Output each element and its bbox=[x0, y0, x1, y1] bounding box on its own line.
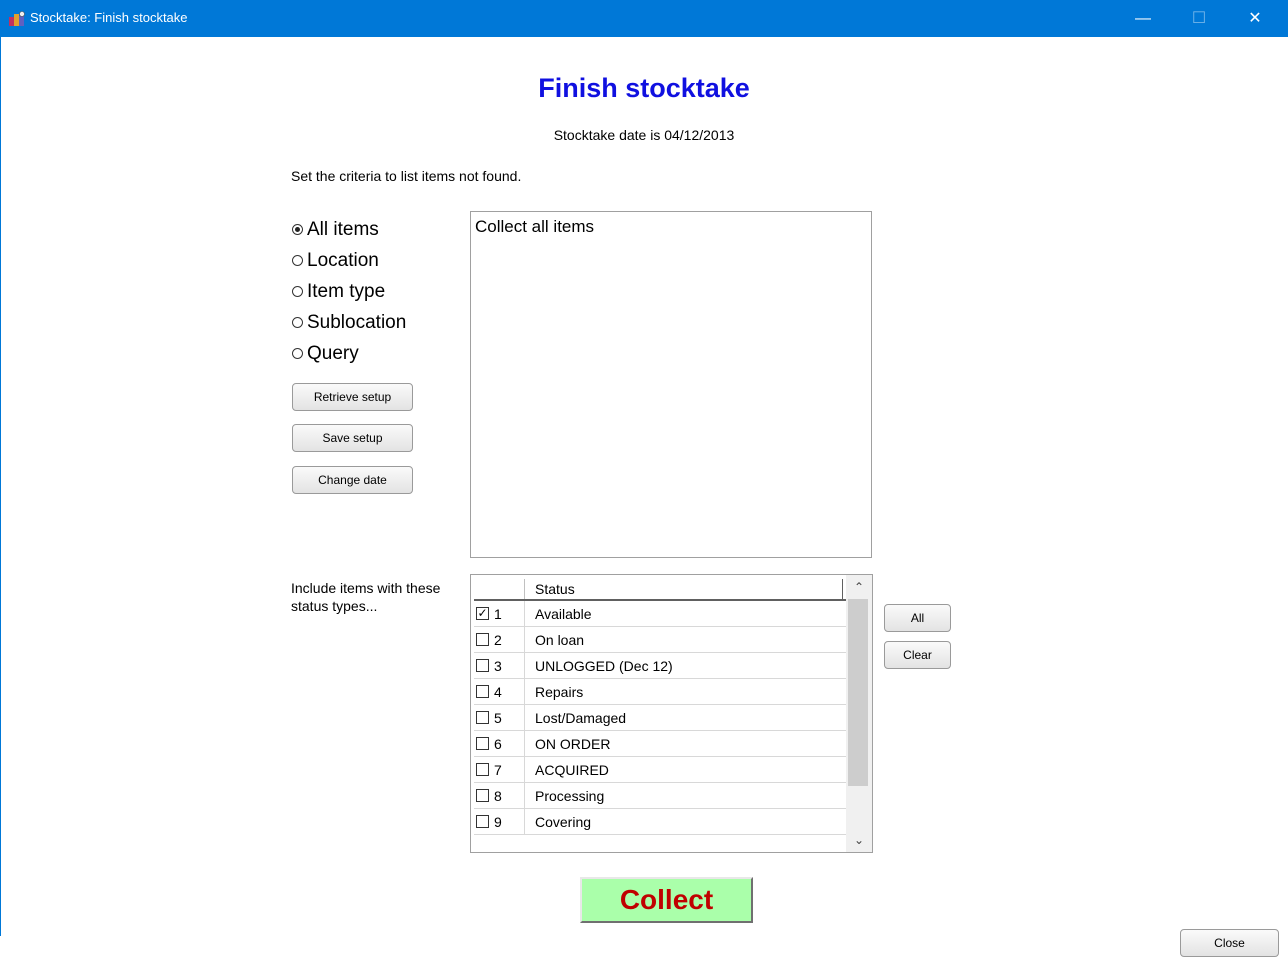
column-divider bbox=[524, 627, 525, 652]
radio-label: Item type bbox=[307, 280, 386, 302]
column-divider bbox=[524, 731, 525, 756]
status-label: Available bbox=[535, 606, 592, 622]
radio-location[interactable]: Location bbox=[292, 245, 406, 276]
status-row[interactable]: 4 Repairs bbox=[474, 679, 846, 705]
radio-selected-icon bbox=[292, 224, 303, 235]
status-row[interactable]: 3 UNLOGGED (Dec 12) bbox=[474, 653, 846, 679]
close-button[interactable]: Close bbox=[1180, 929, 1279, 957]
status-checkbox[interactable] bbox=[476, 711, 489, 724]
column-divider bbox=[524, 783, 525, 808]
status-row[interactable]: 8 Processing bbox=[474, 783, 846, 809]
status-number: 4 bbox=[494, 684, 502, 700]
column-divider bbox=[524, 705, 525, 730]
checkbox-column-header bbox=[474, 579, 525, 599]
status-checkbox[interactable] bbox=[476, 633, 489, 646]
radio-all-items[interactable]: All items bbox=[292, 214, 406, 245]
status-column-header[interactable]: Status bbox=[525, 579, 843, 599]
status-checkbox[interactable] bbox=[476, 685, 489, 698]
status-row[interactable]: 7 ACQUIRED bbox=[474, 757, 846, 783]
app-icon bbox=[9, 11, 25, 26]
page-title: Finish stocktake bbox=[538, 73, 750, 103]
clear-button[interactable]: Clear bbox=[884, 641, 951, 669]
status-label: Processing bbox=[535, 788, 605, 804]
select-all-button[interactable]: All bbox=[884, 604, 951, 632]
column-divider bbox=[524, 757, 525, 782]
status-number: 5 bbox=[494, 710, 502, 726]
status-rows: ✓ 1 Available 2 On loan 3 UNLOGGED (Dec … bbox=[474, 601, 846, 835]
status-row[interactable]: 5 Lost/Damaged bbox=[474, 705, 846, 731]
window-title: Stocktake: Finish stocktake bbox=[30, 10, 188, 25]
status-label: Repairs bbox=[535, 684, 584, 700]
radio-item-type[interactable]: Item type bbox=[292, 276, 406, 307]
chevron-down-icon[interactable]: ⌄ bbox=[846, 828, 872, 852]
radio-unselected-icon bbox=[292, 255, 303, 266]
retrieve-setup-button[interactable]: Retrieve setup bbox=[292, 383, 413, 411]
status-number: 8 bbox=[494, 788, 502, 804]
radio-sublocation[interactable]: Sublocation bbox=[292, 307, 406, 338]
status-grid-header: Status bbox=[474, 579, 846, 601]
stocktake-date-text: Stocktake date is 04/12/2013 bbox=[553, 127, 735, 143]
maximize-button[interactable]: ☐ bbox=[1176, 0, 1222, 37]
radio-unselected-icon bbox=[292, 317, 303, 328]
radio-label: Sublocation bbox=[307, 311, 407, 333]
status-grid: Status ✓ 1 Available 2 On loan 3 UNLOGGE… bbox=[470, 574, 873, 853]
status-number: 7 bbox=[494, 762, 502, 778]
criteria-radio-group: All items Location Item type Sublocation… bbox=[292, 214, 406, 369]
status-row[interactable]: 6 ON ORDER bbox=[474, 731, 846, 757]
criteria-description-box: Collect all items bbox=[470, 211, 872, 558]
status-checkbox[interactable]: ✓ bbox=[476, 607, 489, 620]
title-bar: Stocktake: Finish stocktake — ☐ ✕ bbox=[0, 0, 1288, 37]
radio-label: Query bbox=[307, 342, 359, 364]
status-number: 3 bbox=[494, 658, 502, 674]
column-divider bbox=[524, 809, 525, 834]
collect-button[interactable]: Collect bbox=[580, 877, 753, 923]
radio-label: All items bbox=[307, 218, 379, 240]
status-row[interactable]: 9 Covering bbox=[474, 809, 846, 835]
chevron-up-icon[interactable]: ⌃ bbox=[846, 575, 872, 599]
status-number: 2 bbox=[494, 632, 502, 648]
radio-unselected-icon bbox=[292, 286, 303, 297]
status-number: 9 bbox=[494, 814, 502, 830]
status-checkbox[interactable] bbox=[476, 789, 489, 802]
status-checkbox[interactable] bbox=[476, 815, 489, 828]
status-row[interactable]: 2 On loan bbox=[474, 627, 846, 653]
radio-query[interactable]: Query bbox=[292, 338, 406, 369]
status-label: Covering bbox=[535, 814, 592, 830]
save-setup-button[interactable]: Save setup bbox=[292, 424, 413, 452]
minimize-button[interactable]: — bbox=[1120, 0, 1166, 37]
status-grid-scrollbar[interactable]: ⌃ ⌄ bbox=[846, 575, 872, 852]
status-label: Lost/Damaged bbox=[535, 710, 627, 726]
status-number: 6 bbox=[494, 736, 502, 752]
scrollbar-thumb[interactable] bbox=[848, 599, 868, 786]
radio-unselected-icon bbox=[292, 348, 303, 359]
status-label: UNLOGGED (Dec 12) bbox=[535, 658, 673, 674]
window-frame bbox=[0, 37, 1, 936]
column-divider bbox=[524, 653, 525, 678]
status-number: 1 bbox=[494, 606, 502, 622]
status-label: On loan bbox=[535, 632, 585, 648]
instructions-text: Set the criteria to list items not found… bbox=[291, 168, 522, 184]
criteria-description-text: Collect all items bbox=[475, 217, 595, 236]
status-checkbox[interactable] bbox=[476, 659, 489, 672]
status-checkbox[interactable] bbox=[476, 737, 489, 750]
status-row[interactable]: ✓ 1 Available bbox=[474, 601, 846, 627]
column-divider bbox=[524, 601, 525, 626]
column-divider bbox=[524, 679, 525, 704]
status-label: ON ORDER bbox=[535, 736, 611, 752]
status-checkbox[interactable] bbox=[476, 763, 489, 776]
radio-label: Location bbox=[307, 249, 379, 271]
include-status-label: Include items with these status types... bbox=[291, 580, 441, 614]
change-date-button[interactable]: Change date bbox=[292, 466, 413, 494]
close-window-button[interactable]: ✕ bbox=[1232, 0, 1278, 37]
status-label: ACQUIRED bbox=[535, 762, 609, 778]
